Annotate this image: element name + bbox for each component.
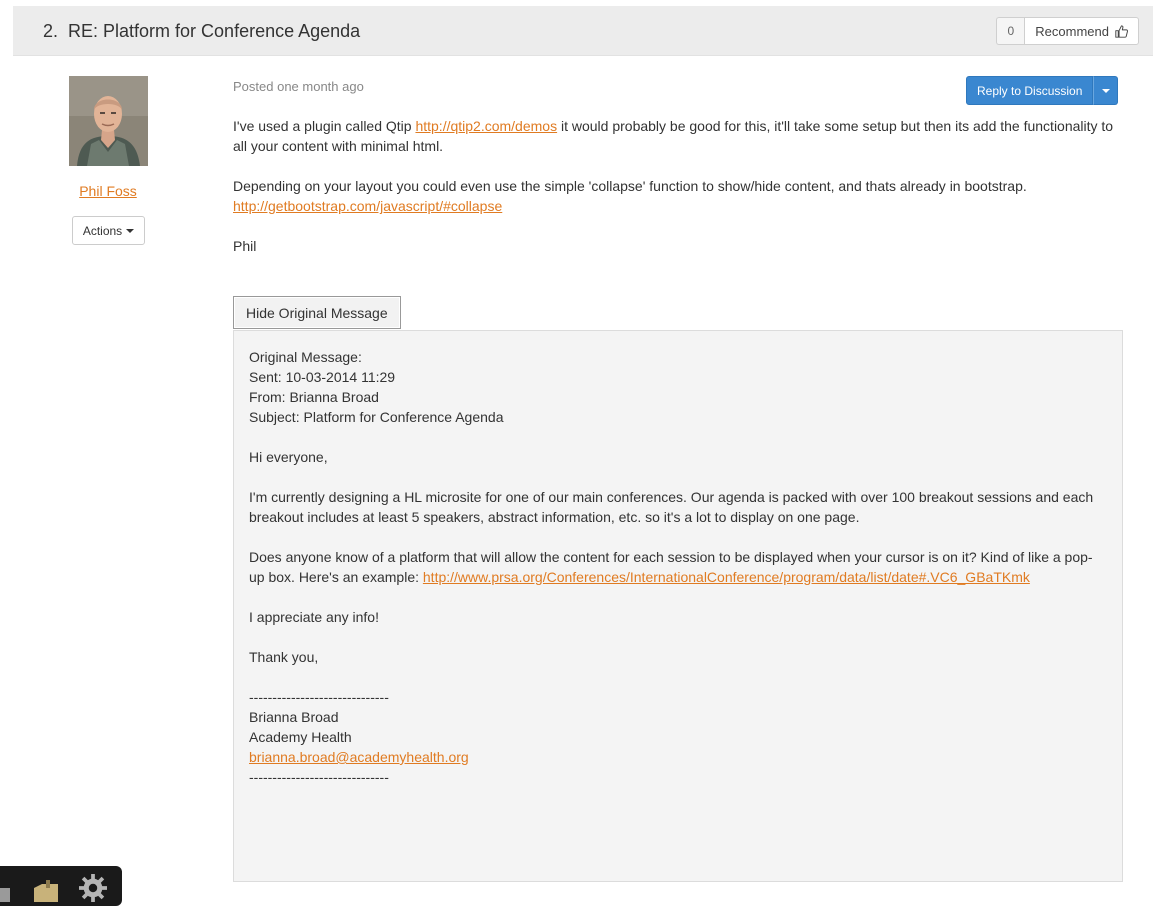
posted-time: Posted one month ago: [233, 79, 364, 94]
original-appreciate: I appreciate any info!: [249, 609, 379, 625]
post-title: 2. RE: Platform for Conference Agenda: [43, 21, 360, 42]
recommend-group: 0 Recommend: [996, 17, 1139, 45]
original-paragraph-1: I'm currently designing a HL microsite f…: [249, 489, 1094, 525]
reply-dropdown-toggle[interactable]: [1093, 76, 1119, 105]
gear-icon[interactable]: [78, 874, 108, 905]
signature-email-wrap: brianna.broad@academyhealth.org: [249, 747, 1107, 767]
paragraph-text: I've used a plugin called Qtip: [233, 118, 416, 134]
original-message-box: Original Message: Sent: 10-03-2014 11:29…: [233, 330, 1123, 882]
thumbs-up-icon: [1115, 24, 1128, 38]
actions-button[interactable]: Actions: [72, 216, 145, 245]
signature-divider-top: ------------------------------: [249, 689, 389, 705]
recommend-count: 0: [996, 17, 1025, 45]
author-name-link[interactable]: Phil Foss: [79, 183, 137, 199]
actions-label: Actions: [82, 223, 123, 238]
author-name-wrap: Phil Foss: [40, 183, 176, 199]
post-paragraph-2: Depending on your layout you could even …: [233, 176, 1123, 216]
folder-icon[interactable]: [32, 874, 60, 905]
original-sent: Sent: 10-03-2014 11:29: [249, 369, 396, 385]
bootstrap-link[interactable]: http://getbootstrap.com/javascript/#coll…: [233, 198, 502, 214]
caret-down-icon: [1101, 88, 1110, 93]
original-greeting: Hi everyone,: [249, 449, 328, 465]
recommend-label: Recommend: [1035, 23, 1109, 39]
floating-toolbar: [0, 866, 122, 906]
signature-org: Academy Health: [249, 729, 352, 745]
paragraph-text: Depending on your layout you could even …: [233, 178, 1027, 194]
reply-button-group: Reply to Discussion: [966, 76, 1119, 105]
original-subject: Subject: Platform for Conference Agenda: [249, 409, 504, 425]
recommend-button[interactable]: Recommend: [1024, 17, 1139, 45]
post-title-text: RE: Platform for Conference Agenda: [68, 21, 361, 41]
original-paragraph-2: Does anyone know of a platform that will…: [249, 547, 1107, 587]
qtip-link[interactable]: http://qtip2.com/demos: [415, 118, 557, 134]
reply-to-discussion-button[interactable]: Reply to Discussion: [966, 76, 1094, 105]
post-body: I've used a plugin called Qtip http://qt…: [233, 116, 1123, 276]
post-number: 2.: [43, 21, 59, 41]
original-from: From: Brianna Broad: [249, 389, 379, 405]
hide-original-message-button[interactable]: Hide Original Message: [233, 296, 401, 329]
signature-email-link[interactable]: brianna.broad@academyhealth.org: [249, 749, 469, 765]
original-thanks: Thank you,: [249, 649, 319, 665]
post-paragraph-1: I've used a plugin called Qtip http://qt…: [233, 116, 1123, 156]
original-heading: Original Message:: [249, 349, 362, 365]
signature-divider-bottom: ------------------------------: [249, 769, 389, 785]
partial-icon[interactable]: [0, 874, 12, 905]
caret-down-icon: [126, 228, 135, 233]
avatar[interactable]: [69, 76, 148, 166]
prsa-example-link[interactable]: http://www.prsa.org/Conferences/Internat…: [423, 569, 1030, 585]
post-signoff: Phil: [233, 238, 257, 254]
signature-name: Brianna Broad: [249, 709, 339, 725]
post-header: 2. RE: Platform for Conference Agenda 0 R…: [13, 6, 1153, 56]
